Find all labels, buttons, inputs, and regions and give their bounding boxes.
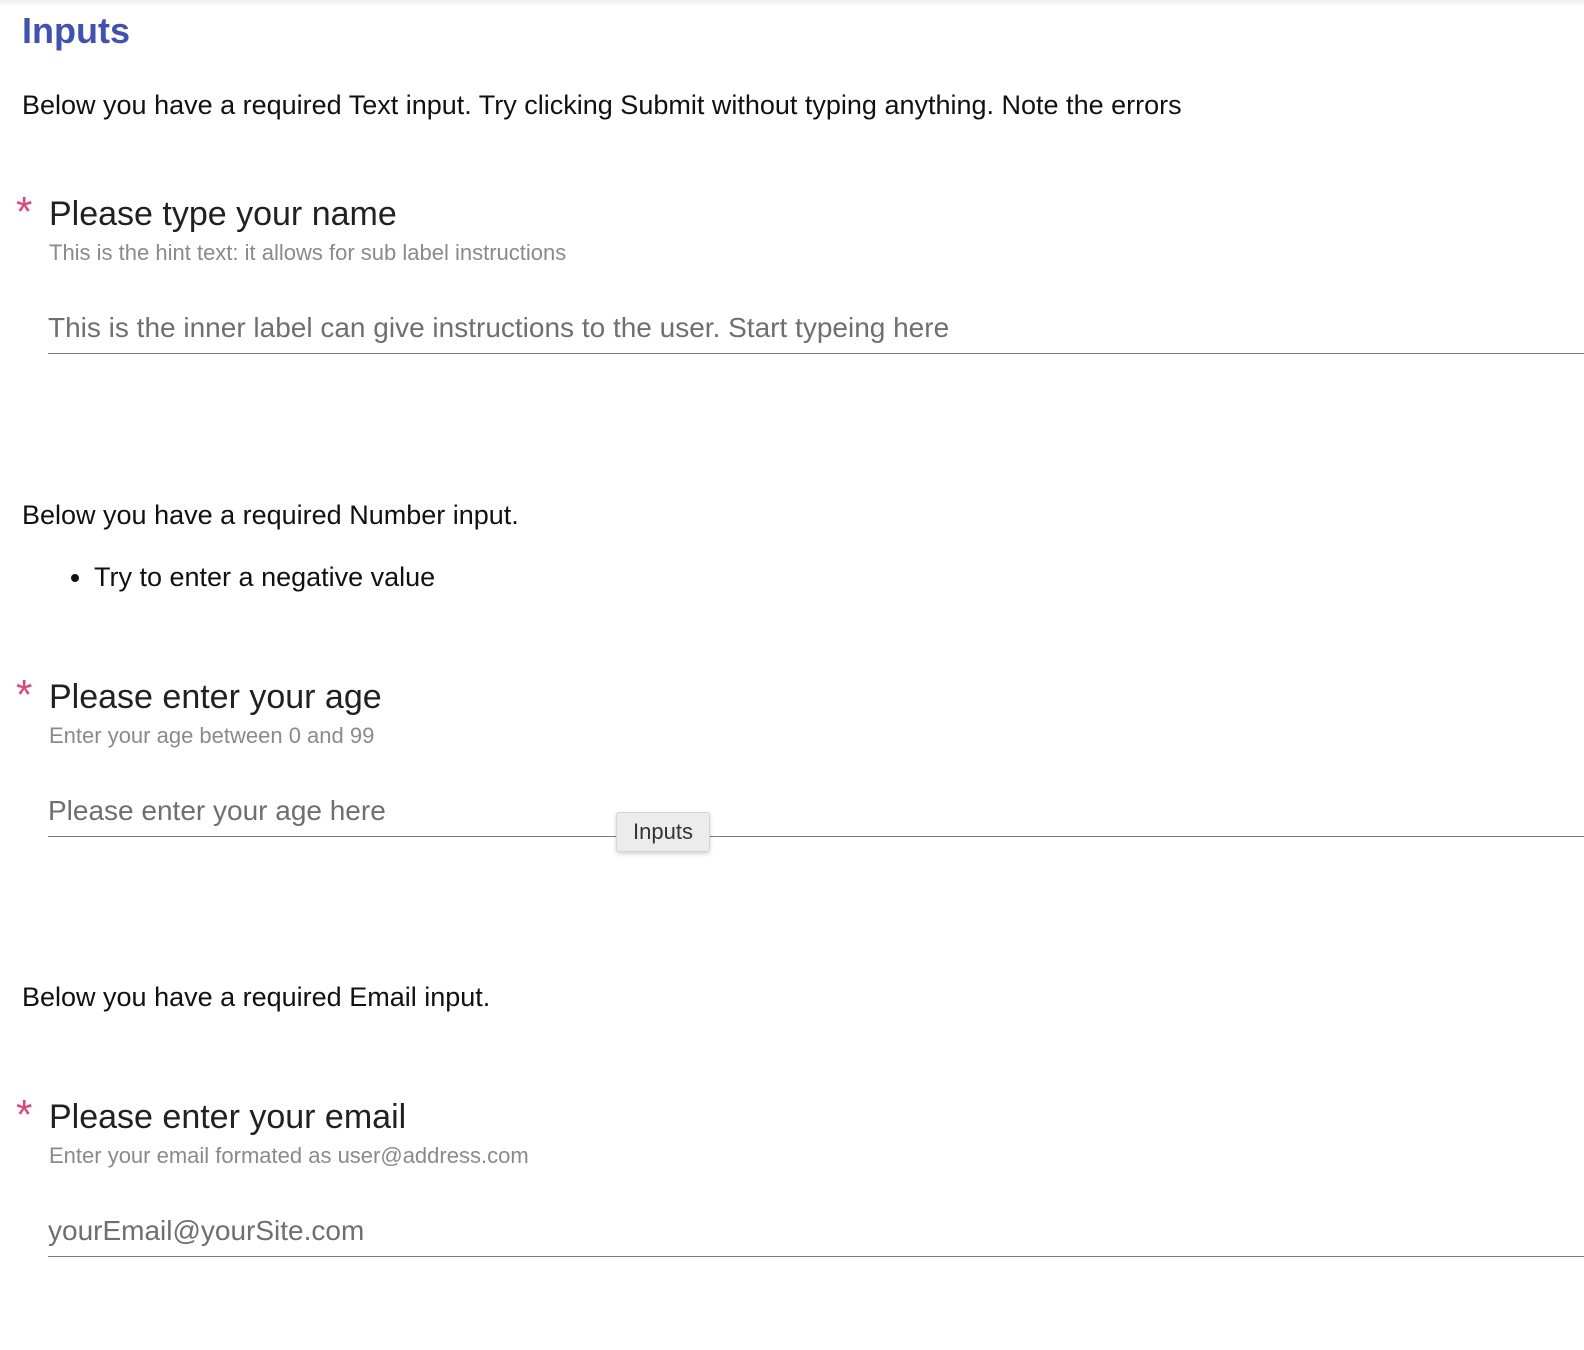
name-field-label: Please type your name (49, 195, 397, 233)
name-field-label-row: * Please type your name (14, 188, 1584, 236)
required-asterisk-icon: * (16, 671, 33, 718)
page-title: Inputs (22, 10, 130, 51)
number-tips-list: Try to enter a negative value (22, 559, 435, 595)
age-input[interactable] (48, 785, 1584, 837)
age-field: * Please enter your age Enter your age b… (14, 671, 1584, 837)
email-field: * Please enter your email Enter your ema… (14, 1091, 1584, 1257)
number-input-intro: Below you have a required Number input. (22, 500, 519, 530)
name-field: * Please type your name This is the hint… (14, 188, 1584, 354)
age-field-hint: Enter your age between 0 and 99 (49, 723, 375, 748)
text-input-intro: Below you have a required Text input. Tr… (22, 90, 1182, 120)
inputs-page: Inputs Below you have a required Text in… (0, 0, 1584, 1350)
number-tip-item: Try to enter a negative value (94, 559, 435, 595)
age-field-label-row: * Please enter your age (14, 671, 1584, 719)
email-field-hint: Enter your email formated as user@addres… (49, 1143, 529, 1168)
age-field-label: Please enter your age (49, 678, 382, 716)
required-asterisk-icon: * (16, 188, 33, 235)
email-input[interactable] (48, 1205, 1584, 1257)
required-asterisk-icon: * (16, 1091, 33, 1138)
tooltip: Inputs (616, 812, 710, 852)
email-field-label: Please enter your email (49, 1098, 407, 1136)
name-input[interactable] (48, 302, 1584, 354)
name-field-hint: This is the hint text: it allows for sub… (49, 240, 567, 265)
email-field-label-row: * Please enter your email (14, 1091, 1584, 1139)
email-input-intro: Below you have a required Email input. (22, 982, 491, 1012)
